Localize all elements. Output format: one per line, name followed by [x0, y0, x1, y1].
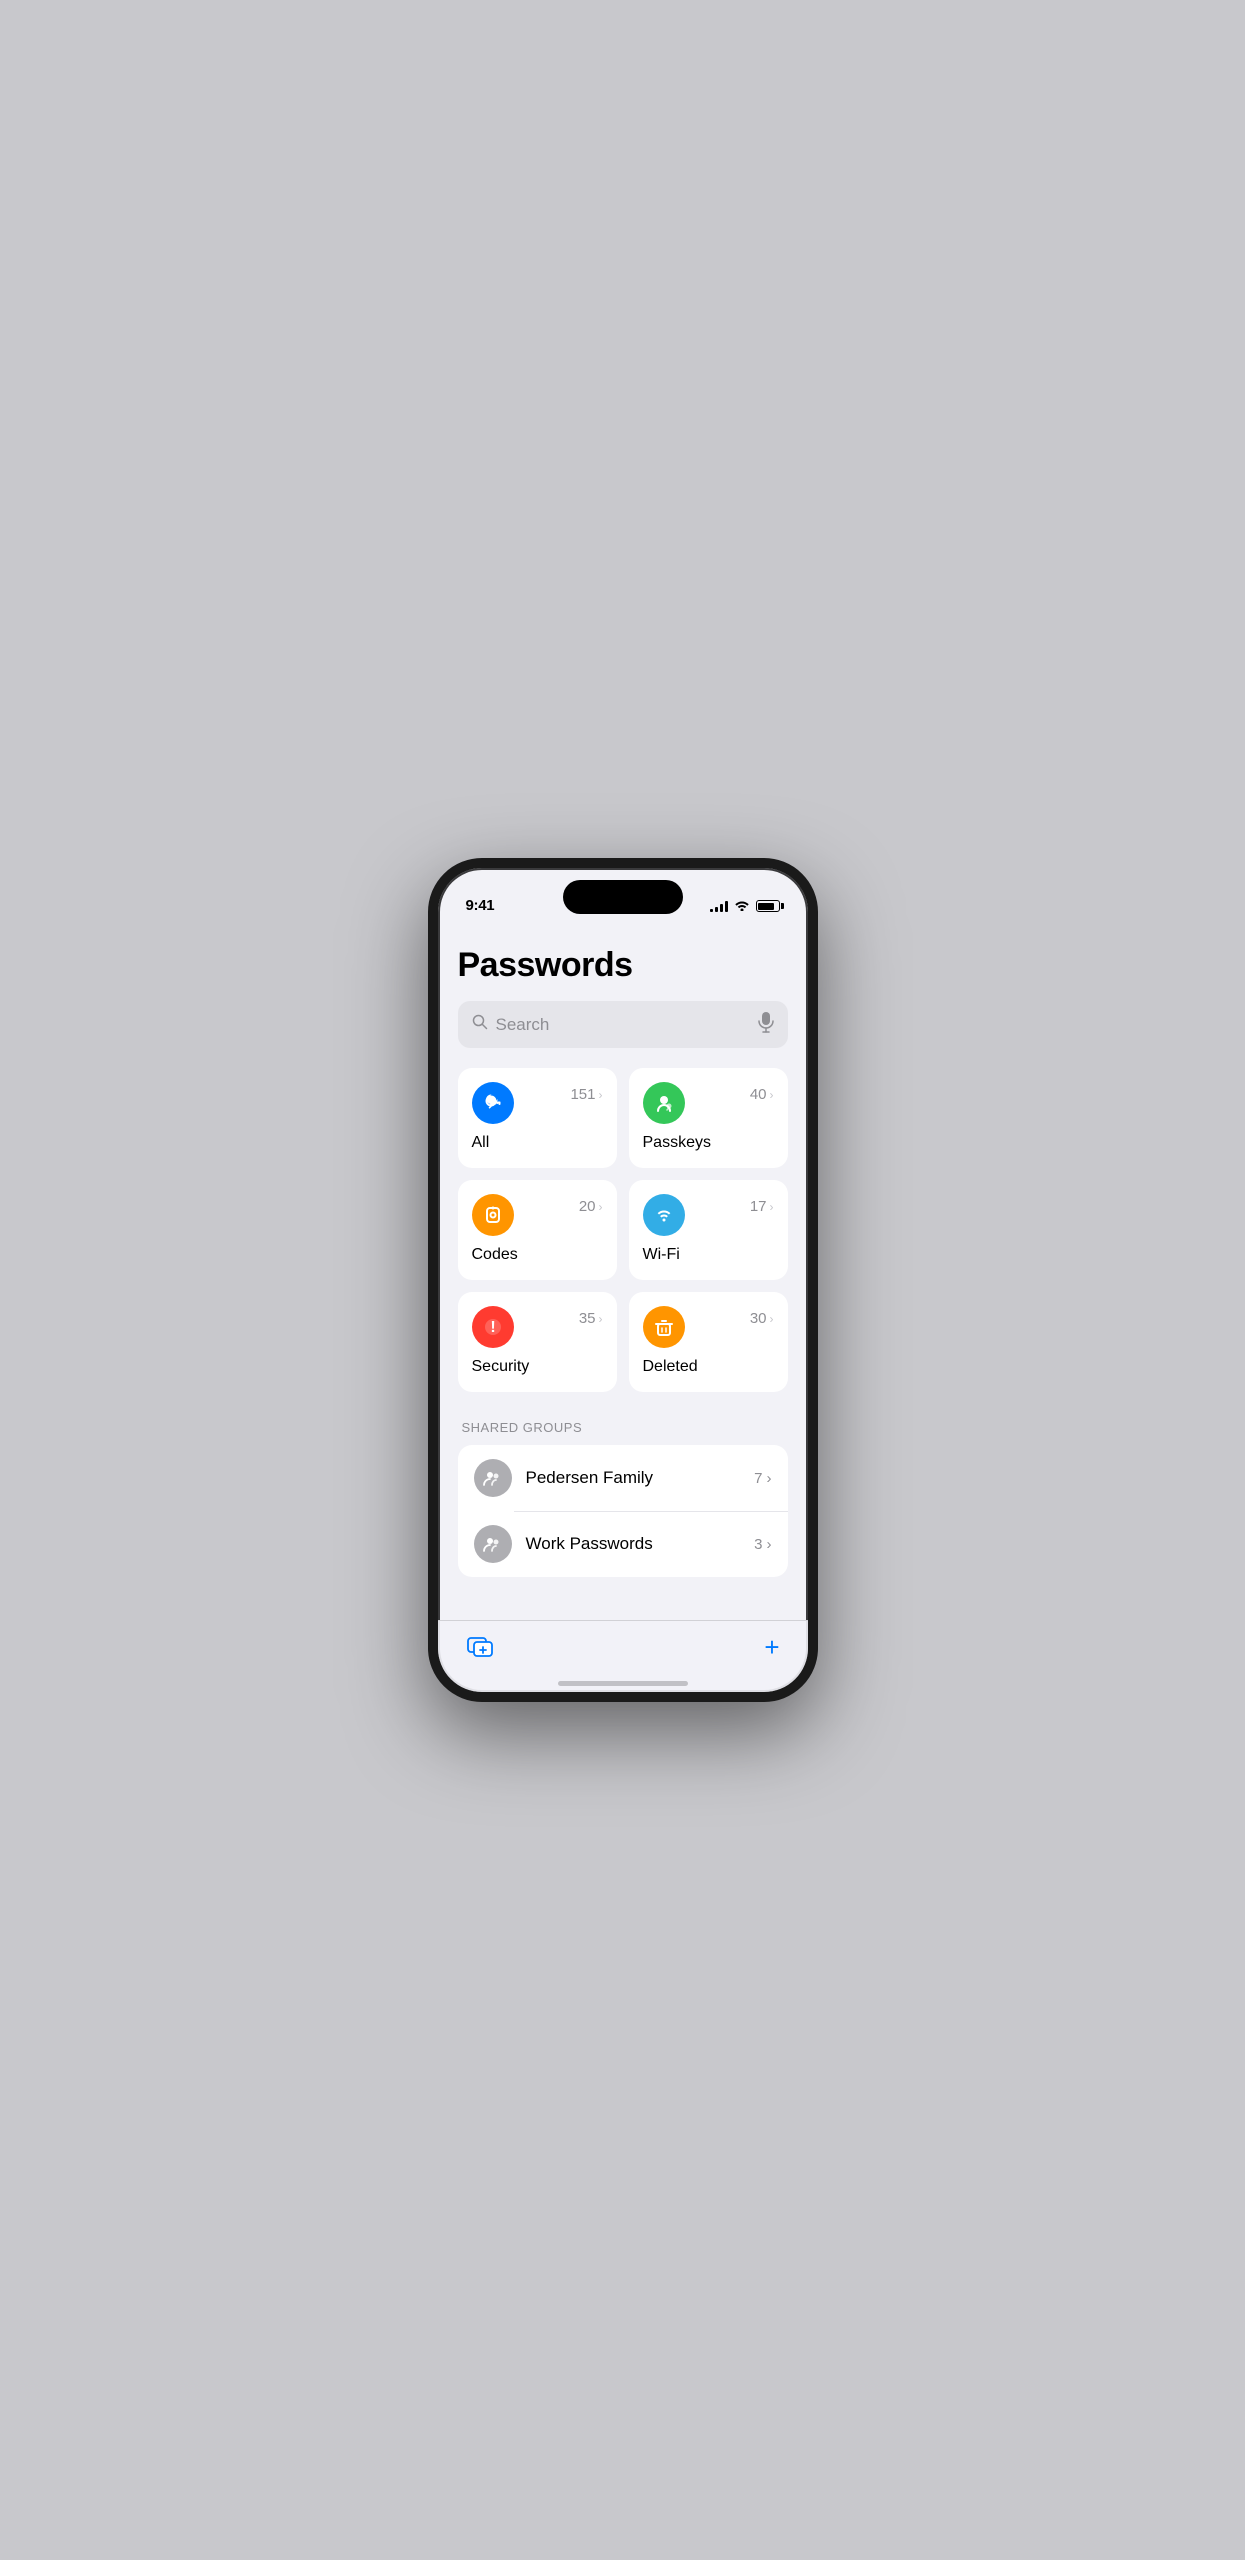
work-avatar — [474, 1525, 512, 1563]
category-card-all[interactable]: 151 › All — [458, 1068, 617, 1168]
work-count: 3 › — [754, 1536, 771, 1553]
codes-label: Codes — [472, 1246, 603, 1264]
security-chevron: › — [599, 1312, 603, 1326]
category-card-passkeys[interactable]: 40 › Passkeys — [629, 1068, 788, 1168]
card-top-codes: 20 › — [472, 1194, 603, 1236]
card-top-passkeys: 40 › — [643, 1082, 774, 1124]
all-label: All — [472, 1134, 603, 1152]
page-title: Passwords — [458, 946, 788, 985]
all-count: 151 › — [570, 1086, 602, 1103]
card-top-wifi: 17 › — [643, 1194, 774, 1236]
add-group-button[interactable] — [466, 1633, 494, 1661]
codes-icon — [472, 1194, 514, 1236]
add-button[interactable]: + — [764, 1634, 779, 1660]
status-icons — [710, 898, 780, 914]
search-icon — [472, 1014, 488, 1035]
group-item-work[interactable]: Work Passwords 3 › — [458, 1511, 788, 1577]
category-card-security[interactable]: ! 35 › Security — [458, 1292, 617, 1392]
main-content: Passwords Search — [438, 922, 808, 1692]
pedersen-chevron: › — [767, 1470, 772, 1487]
signal-bar-2 — [715, 907, 718, 912]
passkeys-icon — [643, 1082, 685, 1124]
all-chevron: › — [599, 1088, 603, 1102]
card-top-deleted: 30 › — [643, 1306, 774, 1348]
deleted-label: Deleted — [643, 1358, 774, 1376]
deleted-chevron: › — [770, 1312, 774, 1326]
card-top-all: 151 › — [472, 1082, 603, 1124]
wifi-count: 17 › — [750, 1198, 774, 1215]
dynamic-island — [563, 880, 683, 914]
work-name: Work Passwords — [526, 1534, 741, 1554]
pedersen-name: Pedersen Family — [526, 1468, 741, 1488]
signal-bar-4 — [725, 901, 728, 912]
codes-count: 20 › — [579, 1198, 603, 1215]
category-card-deleted[interactable]: 30 › Deleted — [629, 1292, 788, 1392]
shared-groups-header: SHARED GROUPS — [458, 1420, 788, 1435]
signal-bar-3 — [720, 904, 723, 912]
battery-icon — [756, 900, 780, 912]
phone-frame: 9:41 Passwords — [428, 858, 818, 1702]
group-item-pedersen[interactable]: Pedersen Family 7 › — [458, 1445, 788, 1511]
card-top-security: ! 35 › — [472, 1306, 603, 1348]
shared-groups-container: Pedersen Family 7 › Work Passwords — [458, 1445, 788, 1577]
signal-bar-1 — [710, 909, 713, 912]
wifi-label: Wi-Fi — [643, 1246, 774, 1264]
battery-fill — [758, 903, 774, 910]
security-icon: ! — [472, 1306, 514, 1348]
passkeys-chevron: › — [770, 1088, 774, 1102]
work-chevron: › — [767, 1536, 772, 1553]
search-bar[interactable]: Search — [458, 1001, 788, 1048]
wifi-chevron: › — [770, 1200, 774, 1214]
deleted-count: 30 › — [750, 1310, 774, 1327]
category-grid: 151 › All — [458, 1068, 788, 1392]
microphone-icon[interactable] — [758, 1011, 774, 1038]
all-icon — [472, 1082, 514, 1124]
home-indicator — [558, 1681, 688, 1686]
search-placeholder: Search — [496, 1015, 750, 1035]
passkeys-count: 40 › — [750, 1086, 774, 1103]
category-card-codes[interactable]: 20 › Codes — [458, 1180, 617, 1280]
passkeys-label: Passkeys — [643, 1134, 774, 1152]
svg-text:!: ! — [490, 1319, 495, 1336]
wifi-icon — [643, 1194, 685, 1236]
wifi-status-icon — [734, 898, 750, 914]
security-count: 35 › — [579, 1310, 603, 1327]
signal-bars-icon — [710, 900, 728, 912]
status-time: 9:41 — [466, 897, 495, 914]
security-label: Security — [472, 1358, 603, 1376]
category-card-wifi[interactable]: 17 › Wi-Fi — [629, 1180, 788, 1280]
codes-chevron: › — [599, 1200, 603, 1214]
deleted-icon — [643, 1306, 685, 1348]
pedersen-avatar — [474, 1459, 512, 1497]
pedersen-count: 7 › — [754, 1470, 771, 1487]
